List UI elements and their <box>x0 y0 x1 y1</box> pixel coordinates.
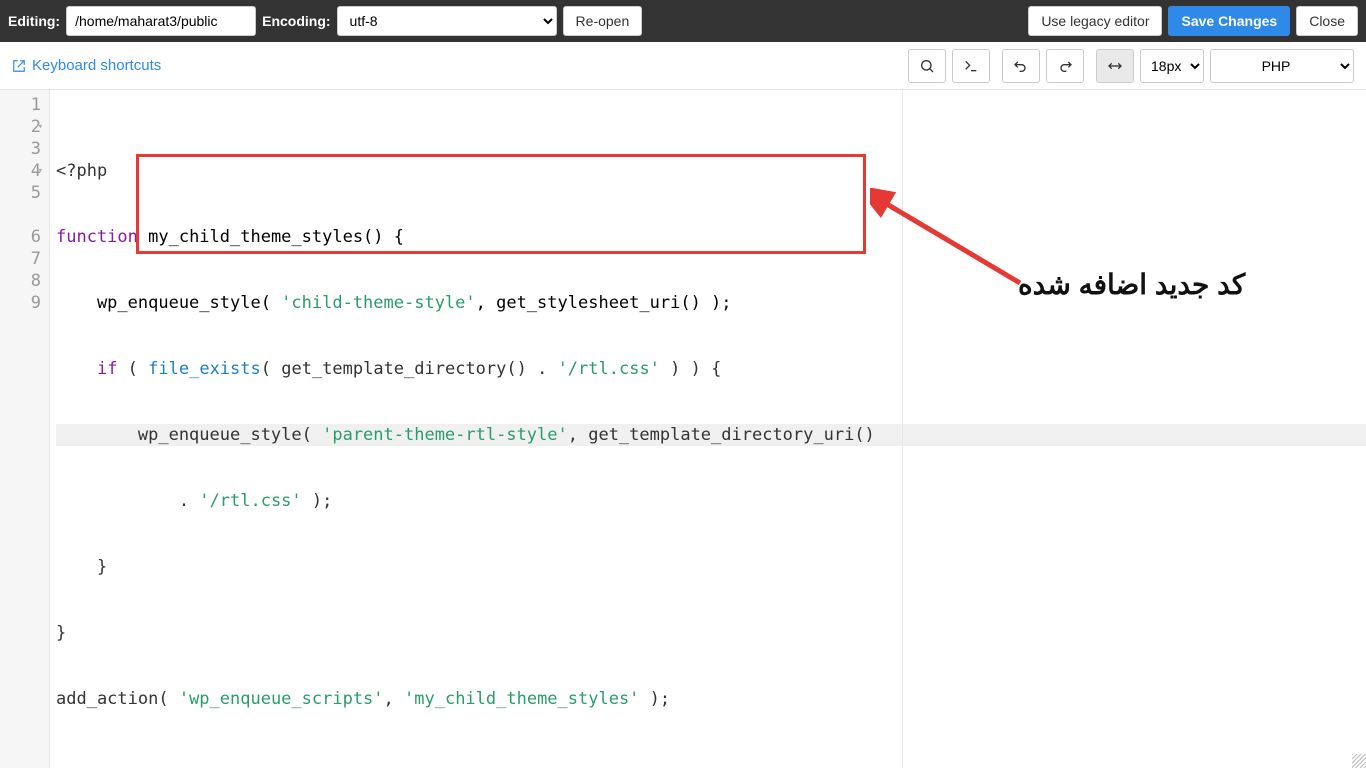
resize-grip[interactable] <box>1352 754 1366 768</box>
code-line: add_action( 'wp_enqueue_scripts', 'my_ch… <box>56 688 1366 710</box>
annotation-text: کد جدید اضافه شده <box>1018 268 1245 301</box>
font-size-select[interactable]: 18px <box>1140 49 1204 83</box>
code-area[interactable]: <?php function my_child_theme_styles() {… <box>50 90 1366 768</box>
reopen-button[interactable]: Re-open <box>563 6 643 36</box>
toolbar: Keyboard shortcuts 18px PHP <box>0 42 1366 90</box>
line-gutter: 1 2 3 4 5 6 7 8 9 <box>0 90 50 768</box>
terminal-button[interactable] <box>952 49 990 83</box>
code-line: function my_child_theme_styles() { <box>56 226 1366 248</box>
legacy-editor-button[interactable]: Use legacy editor <box>1028 6 1162 36</box>
encoding-select[interactable]: utf-8 <box>337 6 557 36</box>
code-line: if ( file_exists( get_template_directory… <box>56 358 1366 380</box>
code-line: wp_enqueue_style( 'parent-theme-rtl-styl… <box>56 424 1366 446</box>
editor[interactable]: 1 2 3 4 5 6 7 8 9 <?php function my_chil… <box>0 90 1366 768</box>
print-margin <box>902 90 903 768</box>
code-line: } <box>56 622 1366 644</box>
code-line: } <box>56 556 1366 578</box>
undo-icon <box>1013 58 1029 74</box>
undo-button[interactable] <box>1002 49 1040 83</box>
search-button[interactable] <box>908 49 946 83</box>
language-select[interactable]: PHP <box>1210 49 1354 83</box>
keyboard-shortcuts-link[interactable]: Keyboard shortcuts <box>12 57 161 74</box>
redo-button[interactable] <box>1046 49 1084 83</box>
arrows-horizontal-icon <box>1107 58 1123 74</box>
wrap-toggle-button[interactable] <box>1096 49 1134 83</box>
file-path-input[interactable] <box>66 6 256 36</box>
terminal-icon <box>963 58 979 74</box>
code-line: . '/rtl.css' ); <box>56 490 1366 512</box>
redo-icon <box>1057 58 1073 74</box>
topbar: Editing: Encoding: utf-8 Re-open Use leg… <box>0 0 1366 42</box>
save-changes-button[interactable]: Save Changes <box>1168 6 1290 36</box>
close-button[interactable]: Close <box>1296 6 1358 36</box>
external-link-icon <box>12 59 26 73</box>
editing-label: Editing: <box>8 13 60 29</box>
code-line: <?php <box>56 160 1366 182</box>
search-icon <box>919 58 935 74</box>
keyboard-shortcuts-label: Keyboard shortcuts <box>32 57 161 74</box>
encoding-label: Encoding: <box>262 13 330 29</box>
